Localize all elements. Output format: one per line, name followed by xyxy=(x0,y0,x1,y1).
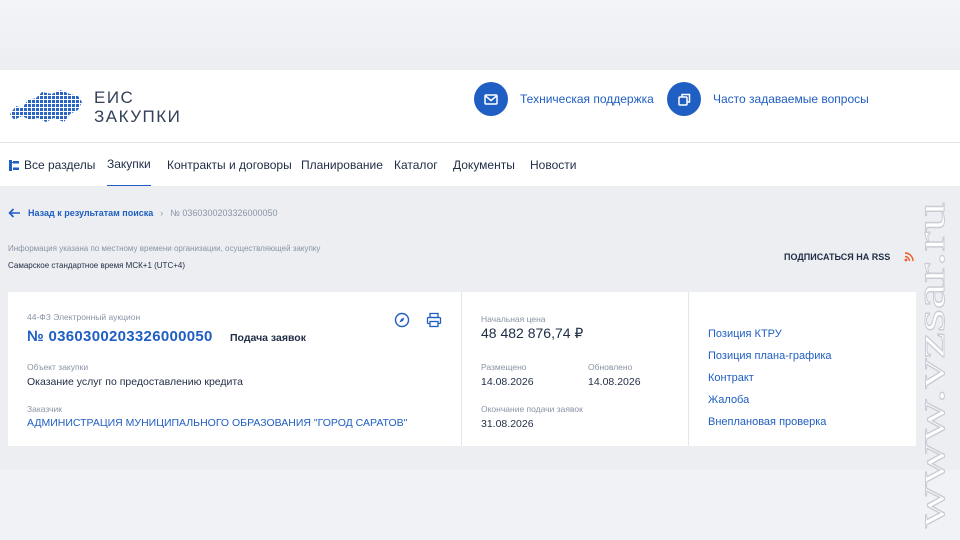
column-divider xyxy=(688,292,689,446)
logo-line2: ЗАКУПКИ xyxy=(94,107,182,126)
nav-item-contracts[interactable]: Контракты и договоры xyxy=(167,143,292,187)
site-header: ЕИС ЗАКУПКИ Техническая поддержка Часто … xyxy=(0,70,960,142)
end-label: Окончание подачи заявок xyxy=(481,404,583,414)
updated-label: Обновлено xyxy=(588,362,633,372)
nav-item-catalog[interactable]: Каталог xyxy=(394,143,438,187)
nav-item-planning[interactable]: Планирование xyxy=(301,143,383,187)
eis-logo[interactable]: ЕИС ЗАКУПКИ xyxy=(8,78,188,134)
breadcrumb-separator: › xyxy=(160,208,164,218)
customer-link[interactable]: АДМИНИСТРАЦИЯ МУНИЦИПАЛЬНОГО ОБРАЗОВАНИЯ… xyxy=(27,417,407,429)
logo-text: ЕИС ЗАКУПКИ xyxy=(94,88,181,126)
price-label: Начальная цена xyxy=(481,314,546,324)
support-label: Техническая поддержка xyxy=(520,92,654,106)
faq-label: Часто задаваемые вопросы xyxy=(713,92,869,106)
rss-label: ПОДПИСАТЬСЯ НА RSS xyxy=(784,252,891,262)
support-link[interactable]: Техническая поддержка xyxy=(474,82,654,116)
nav-all-sections-label: Все разделы xyxy=(24,158,96,172)
svg-text:www.vzsar.ru: www.vzsar.ru xyxy=(908,202,953,528)
updated-value: 14.08.2026 xyxy=(588,376,641,388)
contract-link[interactable]: Контракт xyxy=(708,372,754,384)
nav-all-sections[interactable]: Все разделы xyxy=(8,143,95,187)
copy-icon xyxy=(667,82,701,116)
law-type: 44-ФЗ Электронный аукцион xyxy=(27,312,141,322)
envelope-icon xyxy=(474,82,508,116)
status-badge: Подача заявок xyxy=(230,332,306,344)
printer-icon[interactable] xyxy=(426,312,442,328)
back-to-results-link[interactable]: Назад к результатам поиска xyxy=(28,208,153,218)
timezone-note: Информация указана по местному времени о… xyxy=(8,244,321,253)
nav-item-documents[interactable]: Документы xyxy=(453,143,515,187)
plan-schedule-link[interactable]: Позиция плана-графика xyxy=(708,350,832,362)
logo-line1: ЕИС xyxy=(94,88,135,107)
published-value: 14.08.2026 xyxy=(481,376,534,388)
customer-label: Заказчик xyxy=(27,404,62,414)
end-value: 31.08.2026 xyxy=(481,418,534,430)
rss-subscribe-link[interactable]: ПОДПИСАТЬСЯ НА RSS xyxy=(784,252,914,262)
column-divider xyxy=(461,292,462,446)
inspection-link[interactable]: Внеплановая проверка xyxy=(708,416,826,428)
watermark: www.vzsar.ru xyxy=(908,202,954,529)
price-value: 48 482 876,74 ₽ xyxy=(481,325,584,341)
compass-icon[interactable] xyxy=(394,312,410,328)
nav-item-purchases[interactable]: Закупки xyxy=(107,143,151,187)
nav-item-news[interactable]: Новости xyxy=(530,143,576,187)
timezone-value: Самарское стандартное время МСК+1 (UTC+4… xyxy=(8,261,185,270)
purchase-number-link[interactable]: № 0360300203326000050 xyxy=(27,328,213,345)
main-content: Назад к результатам поиска › № 036030020… xyxy=(0,186,960,470)
hierarchy-icon xyxy=(9,159,19,171)
ktru-link[interactable]: Позиция КТРУ xyxy=(708,328,782,340)
object-label: Объект закупки xyxy=(27,362,89,372)
arrow-left-icon[interactable] xyxy=(8,208,21,218)
complaint-link[interactable]: Жалоба xyxy=(708,394,749,406)
breadcrumb: Назад к результатам поиска › № 036030020… xyxy=(8,208,278,218)
faq-link[interactable]: Часто задаваемые вопросы xyxy=(667,82,869,116)
bottom-band xyxy=(0,470,960,540)
object-value: Оказание услуг по предоставлению кредита xyxy=(27,376,243,388)
purchase-card: 44-ФЗ Электронный аукцион № 036030020332… xyxy=(8,292,916,446)
published-label: Размещено xyxy=(481,362,527,372)
main-nav: Все разделы Закупки Контракты и договоры… xyxy=(0,142,960,187)
top-band xyxy=(0,0,960,70)
russia-map-logo-icon xyxy=(10,90,82,122)
breadcrumb-current: № 0360300203326000050 xyxy=(170,208,278,218)
